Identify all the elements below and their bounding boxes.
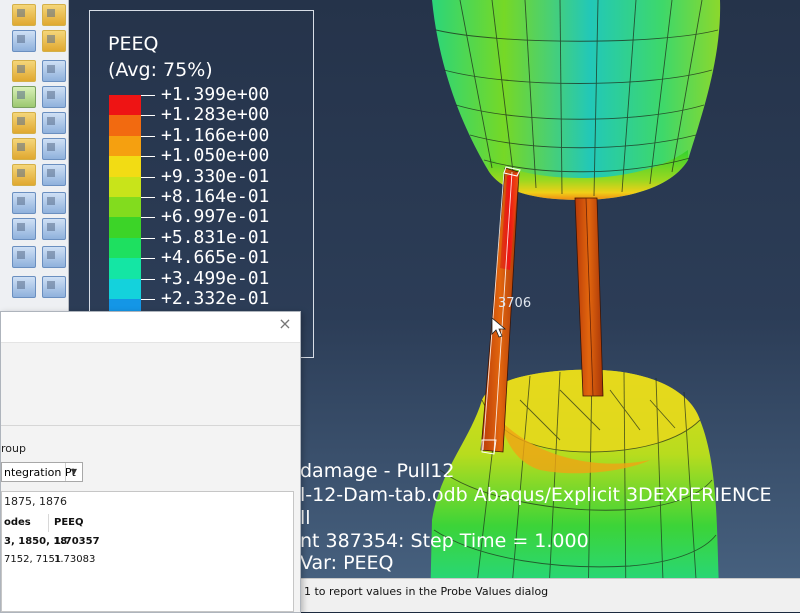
prompt-text: 1 to report values in the Probe Values d… xyxy=(304,585,549,598)
viewport-info-title: damage - Pull12 xyxy=(300,460,455,482)
viewport-info-step: ll xyxy=(300,507,311,529)
path-icon[interactable] xyxy=(12,164,36,186)
legend-swatch xyxy=(109,115,141,137)
plot-options-icon[interactable] xyxy=(42,60,66,82)
legend-value: +3.499e-01 xyxy=(161,267,270,289)
probe-icon[interactable] xyxy=(42,218,66,240)
legend-value: +8.164e-01 xyxy=(161,186,270,207)
column-separator[interactable] xyxy=(48,514,49,532)
table-row-peeq[interactable]: 1.73083 xyxy=(54,554,95,565)
legend-tick xyxy=(141,156,155,158)
position-select[interactable]: ntegration Pt ▼ xyxy=(1,462,83,482)
report-icon[interactable] xyxy=(42,246,66,268)
probe-values-table[interactable]: 1875, 1876 odes PEEQ 3, 1850, 18 1.70357… xyxy=(1,491,294,612)
legend-swatch xyxy=(109,197,141,218)
contour-options-icon[interactable] xyxy=(12,86,36,108)
legend-title: PEEQ xyxy=(108,33,159,55)
material-orientation-icon[interactable] xyxy=(42,30,66,52)
column-header-nodes[interactable]: odes xyxy=(4,517,31,528)
legend-value: +5.831e-01 xyxy=(161,226,270,248)
legend-value: +1.166e+00 xyxy=(161,124,270,146)
dialog-titlebar[interactable]: × xyxy=(1,312,300,343)
legend-tick xyxy=(141,237,155,239)
table-row-peeq[interactable]: 1.70357 xyxy=(54,536,100,547)
legend-value: +2.332e-01 xyxy=(161,288,270,309)
legend-value: +1.399e+00 xyxy=(161,84,270,105)
field-output-icon[interactable] xyxy=(12,4,36,26)
legend-tick xyxy=(141,135,155,137)
legend-swatch xyxy=(109,278,141,300)
query-icon[interactable] xyxy=(12,246,36,268)
element-nodes-text: 1875, 1876 xyxy=(4,495,67,508)
symbol-options-icon[interactable] xyxy=(42,86,66,108)
column-header-peeq[interactable]: PEEQ xyxy=(54,517,84,528)
viewport-info-var: Var: PEEQ xyxy=(300,552,394,574)
legend-swatch xyxy=(109,237,141,259)
viewport-info-increment: nt 387354: Step Time = 1.000 xyxy=(300,530,589,552)
prompt-area: 1 to report values in the Probe Values d… xyxy=(300,578,800,612)
legend-tick xyxy=(141,217,155,219)
legend-tick xyxy=(141,299,155,300)
legend-tick xyxy=(141,95,155,96)
table-icon[interactable] xyxy=(42,276,66,298)
probe-values-dialog[interactable]: × roup ntegration Pt ▼ 1875, 1876 odes P… xyxy=(0,311,301,613)
legend-swatch xyxy=(109,95,141,116)
probe-group-label: roup xyxy=(1,442,26,455)
animation-options-icon[interactable] xyxy=(12,218,36,240)
legend-swatch xyxy=(109,156,141,178)
legend-swatch xyxy=(109,135,141,157)
legend-tick xyxy=(141,197,155,198)
display-group-icon[interactable] xyxy=(42,138,66,160)
close-icon[interactable]: × xyxy=(276,314,294,334)
xy-data-icon[interactable] xyxy=(12,276,36,298)
legend-value: +1.283e+00 xyxy=(161,104,270,126)
legend-tick xyxy=(141,115,155,117)
legend-tick xyxy=(141,176,155,178)
deformed-shape-icon[interactable] xyxy=(12,60,36,82)
animate-icon[interactable] xyxy=(12,192,36,214)
free-body-icon[interactable] xyxy=(42,164,66,186)
legend-swatch xyxy=(109,176,141,198)
legend-value: +6.997e-01 xyxy=(161,206,270,228)
legend-value: +9.330e-01 xyxy=(161,165,270,187)
contour-plot-icon[interactable] xyxy=(42,4,66,26)
table-row-nodes[interactable]: 7152, 7151 xyxy=(4,554,61,565)
legend-tick xyxy=(141,258,155,260)
legend-value: +1.050e+00 xyxy=(161,145,270,167)
legend-value: +4.665e-01 xyxy=(161,247,270,269)
legend-swatch xyxy=(109,258,141,280)
chevron-down-icon[interactable]: ▼ xyxy=(65,463,82,481)
legend-averaging: (Avg: 75%) xyxy=(108,59,213,81)
animate-time-icon[interactable] xyxy=(42,192,66,214)
viewport-info-odb: l-12-Dam-tab.odb Abaqus/Explicit 3DEXPER… xyxy=(300,484,772,506)
common-options-icon[interactable] xyxy=(12,112,36,134)
view-cut-icon[interactable] xyxy=(12,138,36,160)
node-label: 3706 xyxy=(498,296,532,311)
overlay-icon[interactable] xyxy=(42,112,66,134)
legend-swatch xyxy=(109,217,141,239)
symbol-plot-icon[interactable] xyxy=(12,30,36,52)
legend-tick xyxy=(141,278,155,280)
dialog-divider xyxy=(1,425,300,426)
